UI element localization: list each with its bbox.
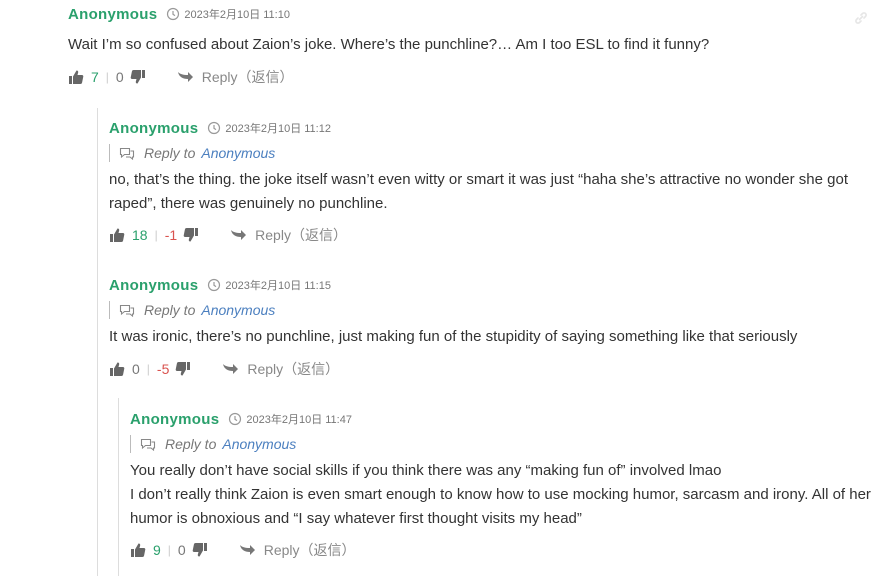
downvote-count: 0 (115, 69, 124, 85)
thumbs-up-icon[interactable] (109, 227, 125, 243)
downvote-count: -1 (164, 227, 178, 243)
comment: Anonymous 2023年2月10日 11:15 Reply to Anon… (109, 275, 869, 379)
vote-separator: | (146, 362, 150, 376)
comment-actions: 0 | -5 Reply（返信） (109, 359, 869, 379)
thumbs-up-icon[interactable] (130, 542, 146, 558)
comment-body: You really don’t have social skills if y… (130, 459, 875, 531)
downvote-count: -5 (156, 361, 170, 377)
comment: Anonymous 2023年2月10日 11:47 Reply to Anon… (130, 409, 875, 560)
reply-to-author[interactable]: Anonymous (201, 302, 275, 318)
reply-button[interactable]: Reply（返信） (264, 540, 356, 560)
comment-author[interactable]: Anonymous (109, 277, 198, 294)
comment-body: no, that’s the thing. the joke itself wa… (109, 168, 869, 216)
comment-time[interactable]: 2023年2月10日 11:15 (225, 277, 331, 293)
reply-to-author[interactable]: Anonymous (222, 436, 296, 452)
reply-to-prefix: Reply to (144, 302, 196, 318)
reply-arrow-icon[interactable] (238, 542, 256, 558)
clock-icon (207, 278, 221, 292)
comment-text-line: I don’t really think Zaion is even smart… (130, 486, 871, 503)
reply-to-line: Reply to Anonymous (109, 144, 869, 162)
reply-button[interactable]: Reply（返信） (247, 359, 339, 379)
comment-time[interactable]: 2023年2月10日 11:12 (225, 120, 331, 136)
clock-icon (166, 7, 180, 21)
comment-text-line: You really don’t have social skills if y… (130, 462, 722, 479)
thread-line (97, 108, 98, 576)
comment-body: It was ironic, there’s no punchline, jus… (109, 325, 869, 349)
vote-separator: | (154, 228, 158, 242)
vote-separator: | (167, 543, 171, 557)
comment-author[interactable]: Anonymous (68, 6, 157, 23)
reply-to-prefix: Reply to (165, 436, 217, 452)
reply-arrow-icon[interactable] (176, 69, 194, 85)
comment-text-line: raped”, there was genuinely no punchline… (109, 195, 388, 212)
thumbs-down-icon[interactable] (183, 227, 199, 243)
reply-to-line: Reply to Anonymous (109, 301, 869, 319)
comment-text-line: no, that’s the thing. the joke itself wa… (109, 171, 848, 188)
comment-actions: 9 | 0 Reply（返信） (130, 540, 875, 560)
thumbs-up-icon[interactable] (68, 69, 84, 85)
comment-actions: 7 | 0 Reply（返信） (68, 67, 868, 87)
comment-body: Wait I’m so confused about Zaion’s joke.… (68, 33, 868, 57)
upvote-count: 0 (132, 361, 140, 377)
upvote-count: 18 (132, 227, 148, 243)
comment-author[interactable]: Anonymous (130, 411, 219, 428)
thread-line (118, 398, 119, 576)
reply-arrow-icon[interactable] (221, 361, 239, 377)
comment-text-line: It was ironic, there’s no punchline, jus… (109, 328, 798, 345)
comment: Anonymous 2023年2月10日 11:10 Wait I’m so c… (68, 4, 868, 87)
reply-to-author[interactable]: Anonymous (201, 145, 275, 161)
comment-text-line: humor is obnoxious and “I say whatever f… (130, 510, 582, 527)
comment: Anonymous 2023年2月10日 11:12 Reply to Anon… (109, 118, 869, 245)
chat-bubble-icon (140, 437, 156, 451)
comment-time[interactable]: 2023年2月10日 11:10 (184, 6, 290, 22)
reply-button[interactable]: Reply（返信） (255, 225, 347, 245)
reply-to-prefix: Reply to (144, 145, 196, 161)
thumbs-up-icon[interactable] (109, 361, 125, 377)
comment-text-line: Wait I’m so confused about Zaion’s joke.… (68, 36, 710, 53)
reply-button[interactable]: Reply（返信） (202, 67, 294, 87)
downvote-count: 0 (177, 542, 186, 558)
thumbs-down-icon[interactable] (175, 361, 191, 377)
thumbs-down-icon[interactable] (130, 69, 146, 85)
reply-arrow-icon[interactable] (229, 227, 247, 243)
reply-to-line: Reply to Anonymous (130, 435, 875, 453)
thumbs-down-icon[interactable] (192, 542, 208, 558)
comment-time[interactable]: 2023年2月10日 11:47 (246, 411, 352, 427)
clock-icon (228, 412, 242, 426)
comment-actions: 18 | -1 Reply（返信） (109, 225, 869, 245)
upvote-count: 7 (91, 69, 99, 85)
clock-icon (207, 121, 221, 135)
chat-bubble-icon (119, 303, 135, 317)
vote-separator: | (105, 70, 109, 84)
comment-author[interactable]: Anonymous (109, 120, 198, 137)
chat-bubble-icon (119, 146, 135, 160)
upvote-count: 9 (153, 542, 161, 558)
